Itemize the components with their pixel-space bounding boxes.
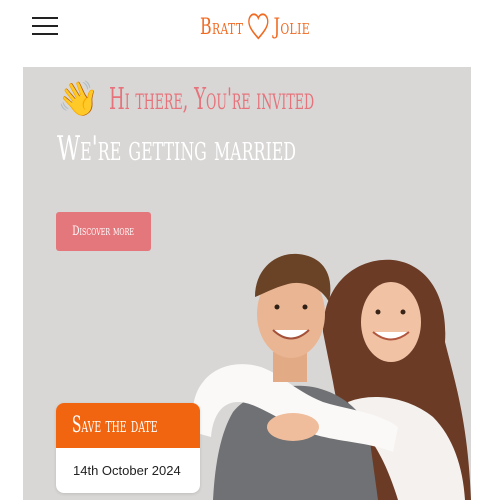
save-the-date-title: Save the date: [72, 413, 158, 438]
brand-name-left: Bratt: [200, 14, 244, 40]
top-navigation-bar: Bratt Jolie: [0, 0, 500, 66]
save-the-date-header: Save the date: [56, 403, 200, 448]
brand-logo[interactable]: Bratt Jolie: [200, 10, 310, 44]
save-the-date-card: Save the date 14th October 2024: [56, 403, 200, 493]
greeting-row: 👋 Hi there, You're invited: [57, 77, 451, 121]
discover-more-label: Discover more: [72, 224, 135, 239]
headline: We're getting married: [57, 129, 297, 169]
hamburger-menu-icon[interactable]: [32, 17, 58, 35]
greeting-text: Hi there, You're invited: [109, 81, 315, 117]
couple-photo: [192, 253, 471, 500]
hero-section: 👋 Hi there, You're invited We're getting…: [23, 67, 471, 500]
discover-more-button[interactable]: Discover more: [56, 212, 151, 251]
heart-outline-icon: [248, 13, 269, 40]
wedding-date: 14th October 2024: [73, 463, 181, 478]
brand-name-right: Jolie: [273, 14, 310, 40]
waving-hand-icon: 👋: [57, 80, 100, 118]
